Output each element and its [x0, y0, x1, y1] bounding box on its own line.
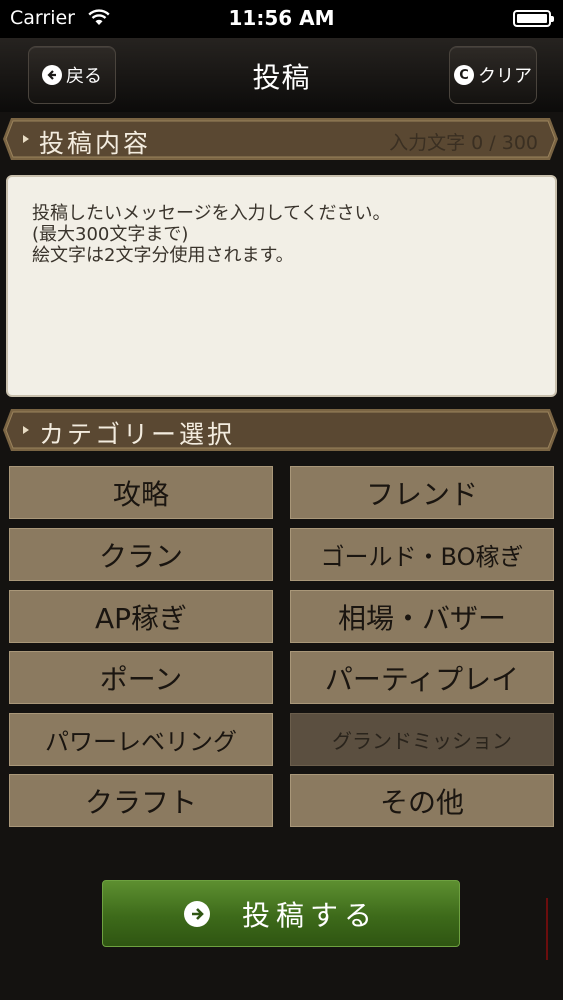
c-circle-icon: C: [454, 65, 474, 85]
category-button-ap[interactable]: AP稼ぎ: [9, 590, 273, 643]
post-content-title: 投稿内容: [39, 129, 152, 158]
clock: 11:56 AM: [228, 6, 335, 30]
battery-icon: [513, 10, 554, 27]
clear-button[interactable]: C クリア: [449, 46, 537, 104]
category-button-party-play[interactable]: パーティプレイ: [290, 651, 554, 704]
submit-button-label: 投稿する: [241, 898, 378, 932]
category-button-power-leveling[interactable]: パワーレベリング: [9, 713, 273, 766]
category-title: カテゴリー選択: [39, 420, 236, 449]
category-header: カテゴリー選択: [3, 407, 558, 453]
message-input[interactable]: 投稿したいメッセージを入力してください。 (最大300文字まで) 絵文字は2文字…: [6, 175, 557, 397]
header-arrow-icon: [23, 426, 29, 434]
clear-button-label: クリア: [478, 66, 532, 87]
category-button-craft[interactable]: クラフト: [9, 774, 273, 827]
category-button-pawn[interactable]: ポーン: [9, 651, 273, 704]
navigation-bar: 戻る 投稿 C クリア: [0, 38, 563, 112]
header-arrow-icon: [23, 135, 29, 143]
post-content-header: 投稿内容 入力文字 0 / 300: [3, 116, 558, 162]
category-button-other[interactable]: その他: [290, 774, 554, 827]
category-button-market-bazaar[interactable]: 相場・バザー: [290, 590, 554, 643]
category-button-clan[interactable]: クラン: [9, 528, 273, 581]
submit-button[interactable]: 投稿する: [102, 880, 460, 947]
arrow-right-circle-icon: [183, 900, 210, 927]
category-button-friend[interactable]: フレンド: [290, 466, 554, 519]
character-counter: 入力文字 0 / 300: [389, 132, 538, 154]
decorative-line: [546, 898, 548, 960]
status-bar: Carrier 11:56 AM: [0, 0, 563, 38]
category-button-gold-bo[interactable]: ゴールド・BO稼ぎ: [290, 528, 554, 581]
category-button-strategy[interactable]: 攻略: [9, 466, 273, 519]
category-button-grand-mission[interactable]: グランドミッション: [290, 713, 554, 766]
